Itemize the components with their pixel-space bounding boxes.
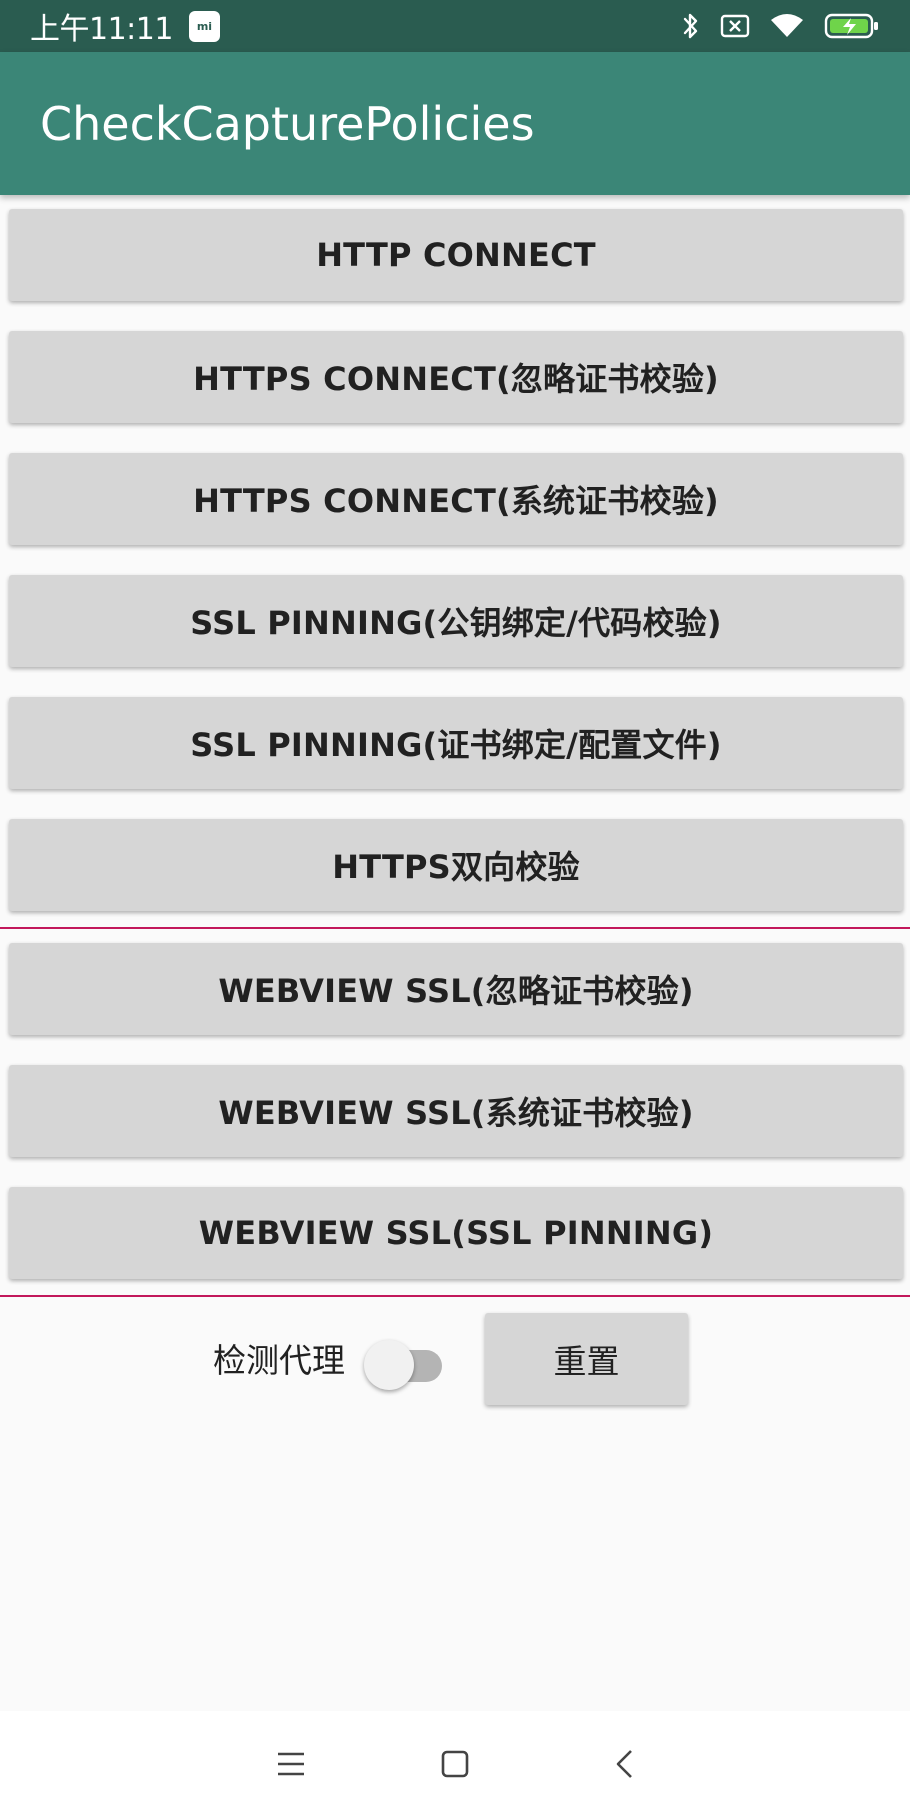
battery-charging-icon <box>824 12 880 40</box>
switch-thumb <box>364 1340 414 1390</box>
webview-ssl-pinning-button[interactable]: WEBVIEW SSL(SSL PINNING) <box>9 1187 903 1279</box>
navigation-bar <box>0 1711 910 1816</box>
http-connect-button[interactable]: HTTP CONNECT <box>9 209 903 301</box>
https-mutual-auth-button[interactable]: HTTPS双向校验 <box>9 819 903 911</box>
divider <box>0 927 910 929</box>
reset-button[interactable]: 重置 <box>485 1313 688 1405</box>
https-connect-ignore-cert-button[interactable]: HTTPS CONNECT(忽略证书校验) <box>9 331 903 423</box>
status-bar: 上午11:11 mi <box>0 0 910 52</box>
home-icon[interactable] <box>430 1739 480 1789</box>
proxy-detect-switch[interactable] <box>364 1336 446 1390</box>
wifi-icon <box>770 13 804 39</box>
status-time: 上午11:11 <box>30 12 173 47</box>
menu-icon[interactable] <box>266 1739 316 1789</box>
proxy-detect-label: 检测代理 <box>213 1341 345 1380</box>
divider <box>0 1295 910 1297</box>
webview-ssl-ignore-cert-button[interactable]: WEBVIEW SSL(忽略证书校验) <box>9 943 903 1035</box>
status-icons <box>682 12 880 40</box>
app-bar: CheckCapturePolicies <box>0 52 910 195</box>
app-title: CheckCapturePolicies <box>40 96 535 151</box>
ssl-pinning-cert-config-button[interactable]: SSL PINNING(证书绑定/配置文件) <box>9 697 903 789</box>
ssl-pinning-public-key-button[interactable]: SSL PINNING(公钥绑定/代码校验) <box>9 575 903 667</box>
sim-x-icon <box>720 13 750 39</box>
bluetooth-icon <box>682 12 700 40</box>
https-connect-system-cert-button[interactable]: HTTPS CONNECT(系统证书校验) <box>9 453 903 545</box>
webview-ssl-system-cert-button[interactable]: WEBVIEW SSL(系统证书校验) <box>9 1065 903 1157</box>
back-icon[interactable] <box>600 1739 650 1789</box>
mi-app-icon: mi <box>188 10 220 42</box>
